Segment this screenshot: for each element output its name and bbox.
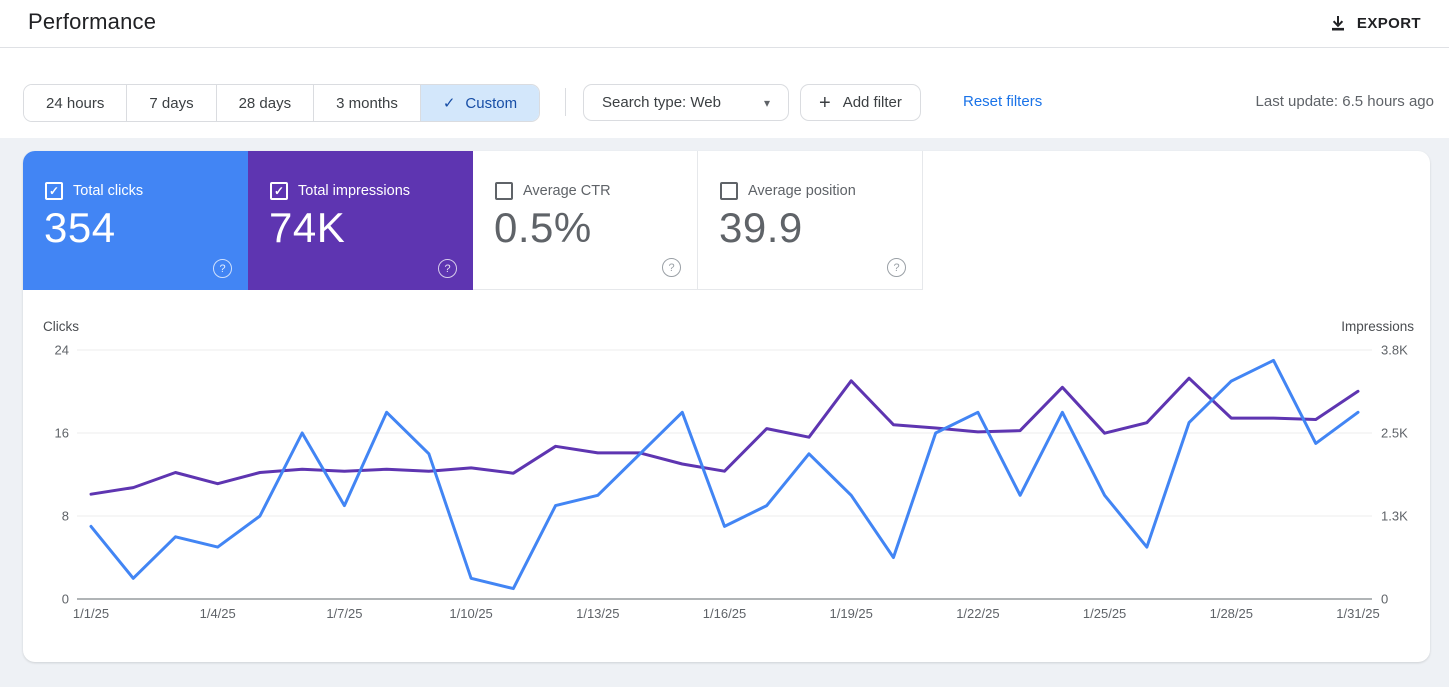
tab-3-months[interactable]: 3 months (314, 85, 421, 121)
metric-label: Average CTR (523, 183, 611, 199)
svg-text:2.5K: 2.5K (1381, 426, 1408, 441)
clicks-line (89, 358, 1360, 591)
svg-text:1/16/25: 1/16/25 (703, 606, 746, 621)
metric-label: Total impressions (298, 183, 411, 199)
svg-text:1/1/25: 1/1/25 (73, 606, 109, 621)
page-header: Performance EXPORT (0, 0, 1449, 47)
checkmark-icon: ✓ (442, 95, 456, 112)
search-type-label: Search type: Web (602, 94, 721, 111)
metric-value: 354 (44, 204, 116, 251)
svg-text:1.3K: 1.3K (1381, 509, 1408, 524)
metric-card-average-ctr[interactable]: ✓ Average CTR 0.5% ? (473, 151, 698, 290)
tab-label: 28 days (238, 94, 292, 112)
tab-24-hours[interactable]: 24 hours (24, 85, 128, 121)
svg-text:1/4/25: 1/4/25 (200, 606, 236, 621)
tab-label: 7 days (149, 94, 194, 112)
card-header: ✓ Average CTR (495, 182, 611, 200)
svg-text:1/19/25: 1/19/25 (830, 606, 873, 621)
reset-filters-link[interactable]: Reset filters (963, 93, 1042, 110)
svg-text:3.8K: 3.8K (1381, 343, 1408, 358)
metric-cards: ✓ Total clicks 354 ? ✓ Total impressions… (23, 151, 923, 290)
metric-card-total-impressions[interactable]: ✓ Total impressions 74K ? (248, 151, 473, 290)
card-header: ✓ Total clicks (45, 182, 143, 200)
metric-value: 39.9 (719, 204, 803, 251)
metric-label: Total clicks (73, 183, 144, 199)
tab-label: 3 months (336, 94, 398, 112)
svg-text:1/7/25: 1/7/25 (326, 606, 362, 621)
export-label: EXPORT (1356, 14, 1421, 32)
svg-text:0: 0 (1381, 592, 1388, 607)
svg-text:8: 8 (62, 509, 69, 524)
checkbox-average-ctr[interactable]: ✓ (495, 182, 513, 200)
checkbox-total-clicks[interactable]: ✓ (45, 182, 63, 200)
svg-text:1/25/25: 1/25/25 (1083, 606, 1126, 621)
svg-text:1/10/25: 1/10/25 (449, 606, 492, 621)
tab-28-days[interactable]: 28 days (216, 85, 315, 121)
svg-text:1/22/25: 1/22/25 (956, 606, 999, 621)
tab-label: 24 hours (46, 94, 105, 112)
checkmark-icon: ✓ (48, 184, 60, 198)
svg-text:1/28/25: 1/28/25 (1210, 606, 1253, 621)
metric-card-total-clicks[interactable]: ✓ Total clicks 354 ? (23, 151, 248, 290)
metric-value: 74K (269, 204, 346, 251)
last-update-text: Last update: 6.5 hours ago (1255, 93, 1434, 110)
svg-text:1/13/25: 1/13/25 (576, 606, 619, 621)
tab-7-days[interactable]: 7 days (127, 85, 217, 121)
help-icon[interactable]: ? (662, 258, 681, 277)
page-title: Performance (28, 9, 157, 34)
export-button[interactable]: EXPORT (1323, 7, 1427, 39)
help-icon[interactable]: ? (438, 259, 457, 278)
svg-text:0: 0 (62, 592, 69, 607)
svg-text:24: 24 (55, 343, 69, 358)
add-filter-button[interactable]: + Add filter (800, 84, 921, 121)
vertical-divider (565, 88, 566, 116)
svg-text:16: 16 (55, 426, 69, 441)
checkmark-icon: ✓ (273, 184, 285, 198)
tab-custom-selected[interactable]: ✓ Custom (420, 85, 540, 121)
checkbox-average-position[interactable]: ✓ (720, 182, 738, 200)
metric-label: Average position (748, 183, 856, 199)
svg-text:1/31/25: 1/31/25 (1336, 606, 1379, 621)
tab-label: Custom (465, 94, 518, 112)
help-icon[interactable]: ? (887, 258, 906, 277)
chevron-down-icon: ▾ (763, 95, 770, 110)
filter-bar: 24 hours 7 days 28 days 3 months ✓ Custo… (0, 48, 1449, 138)
help-icon[interactable]: ? (213, 259, 232, 278)
content-panel: ✓ Total clicks 354 ? ✓ Total impressions… (23, 151, 1430, 662)
download-icon (1329, 14, 1347, 32)
date-range-tabs: 24 hours 7 days 28 days 3 months ✓ Custo… (23, 84, 541, 122)
plus-icon: + (819, 91, 831, 114)
metric-card-average-position[interactable]: ✓ Average position 39.9 ? (698, 151, 923, 290)
performance-line-chart[interactable]: 0 0 8 1.3K 16 2.5K 24 3.8K 1/1/25 1/4/25 1/7/25 1/1… (23, 300, 1430, 645)
card-header: ✓ Total impressions (270, 182, 410, 200)
metric-value: 0.5% (494, 204, 592, 251)
card-header: ✓ Average position (720, 182, 856, 200)
checkbox-total-impressions[interactable]: ✓ (270, 182, 288, 200)
search-type-dropdown[interactable]: Search type: Web ▾ (583, 84, 789, 121)
add-filter-label: Add filter (842, 94, 902, 111)
